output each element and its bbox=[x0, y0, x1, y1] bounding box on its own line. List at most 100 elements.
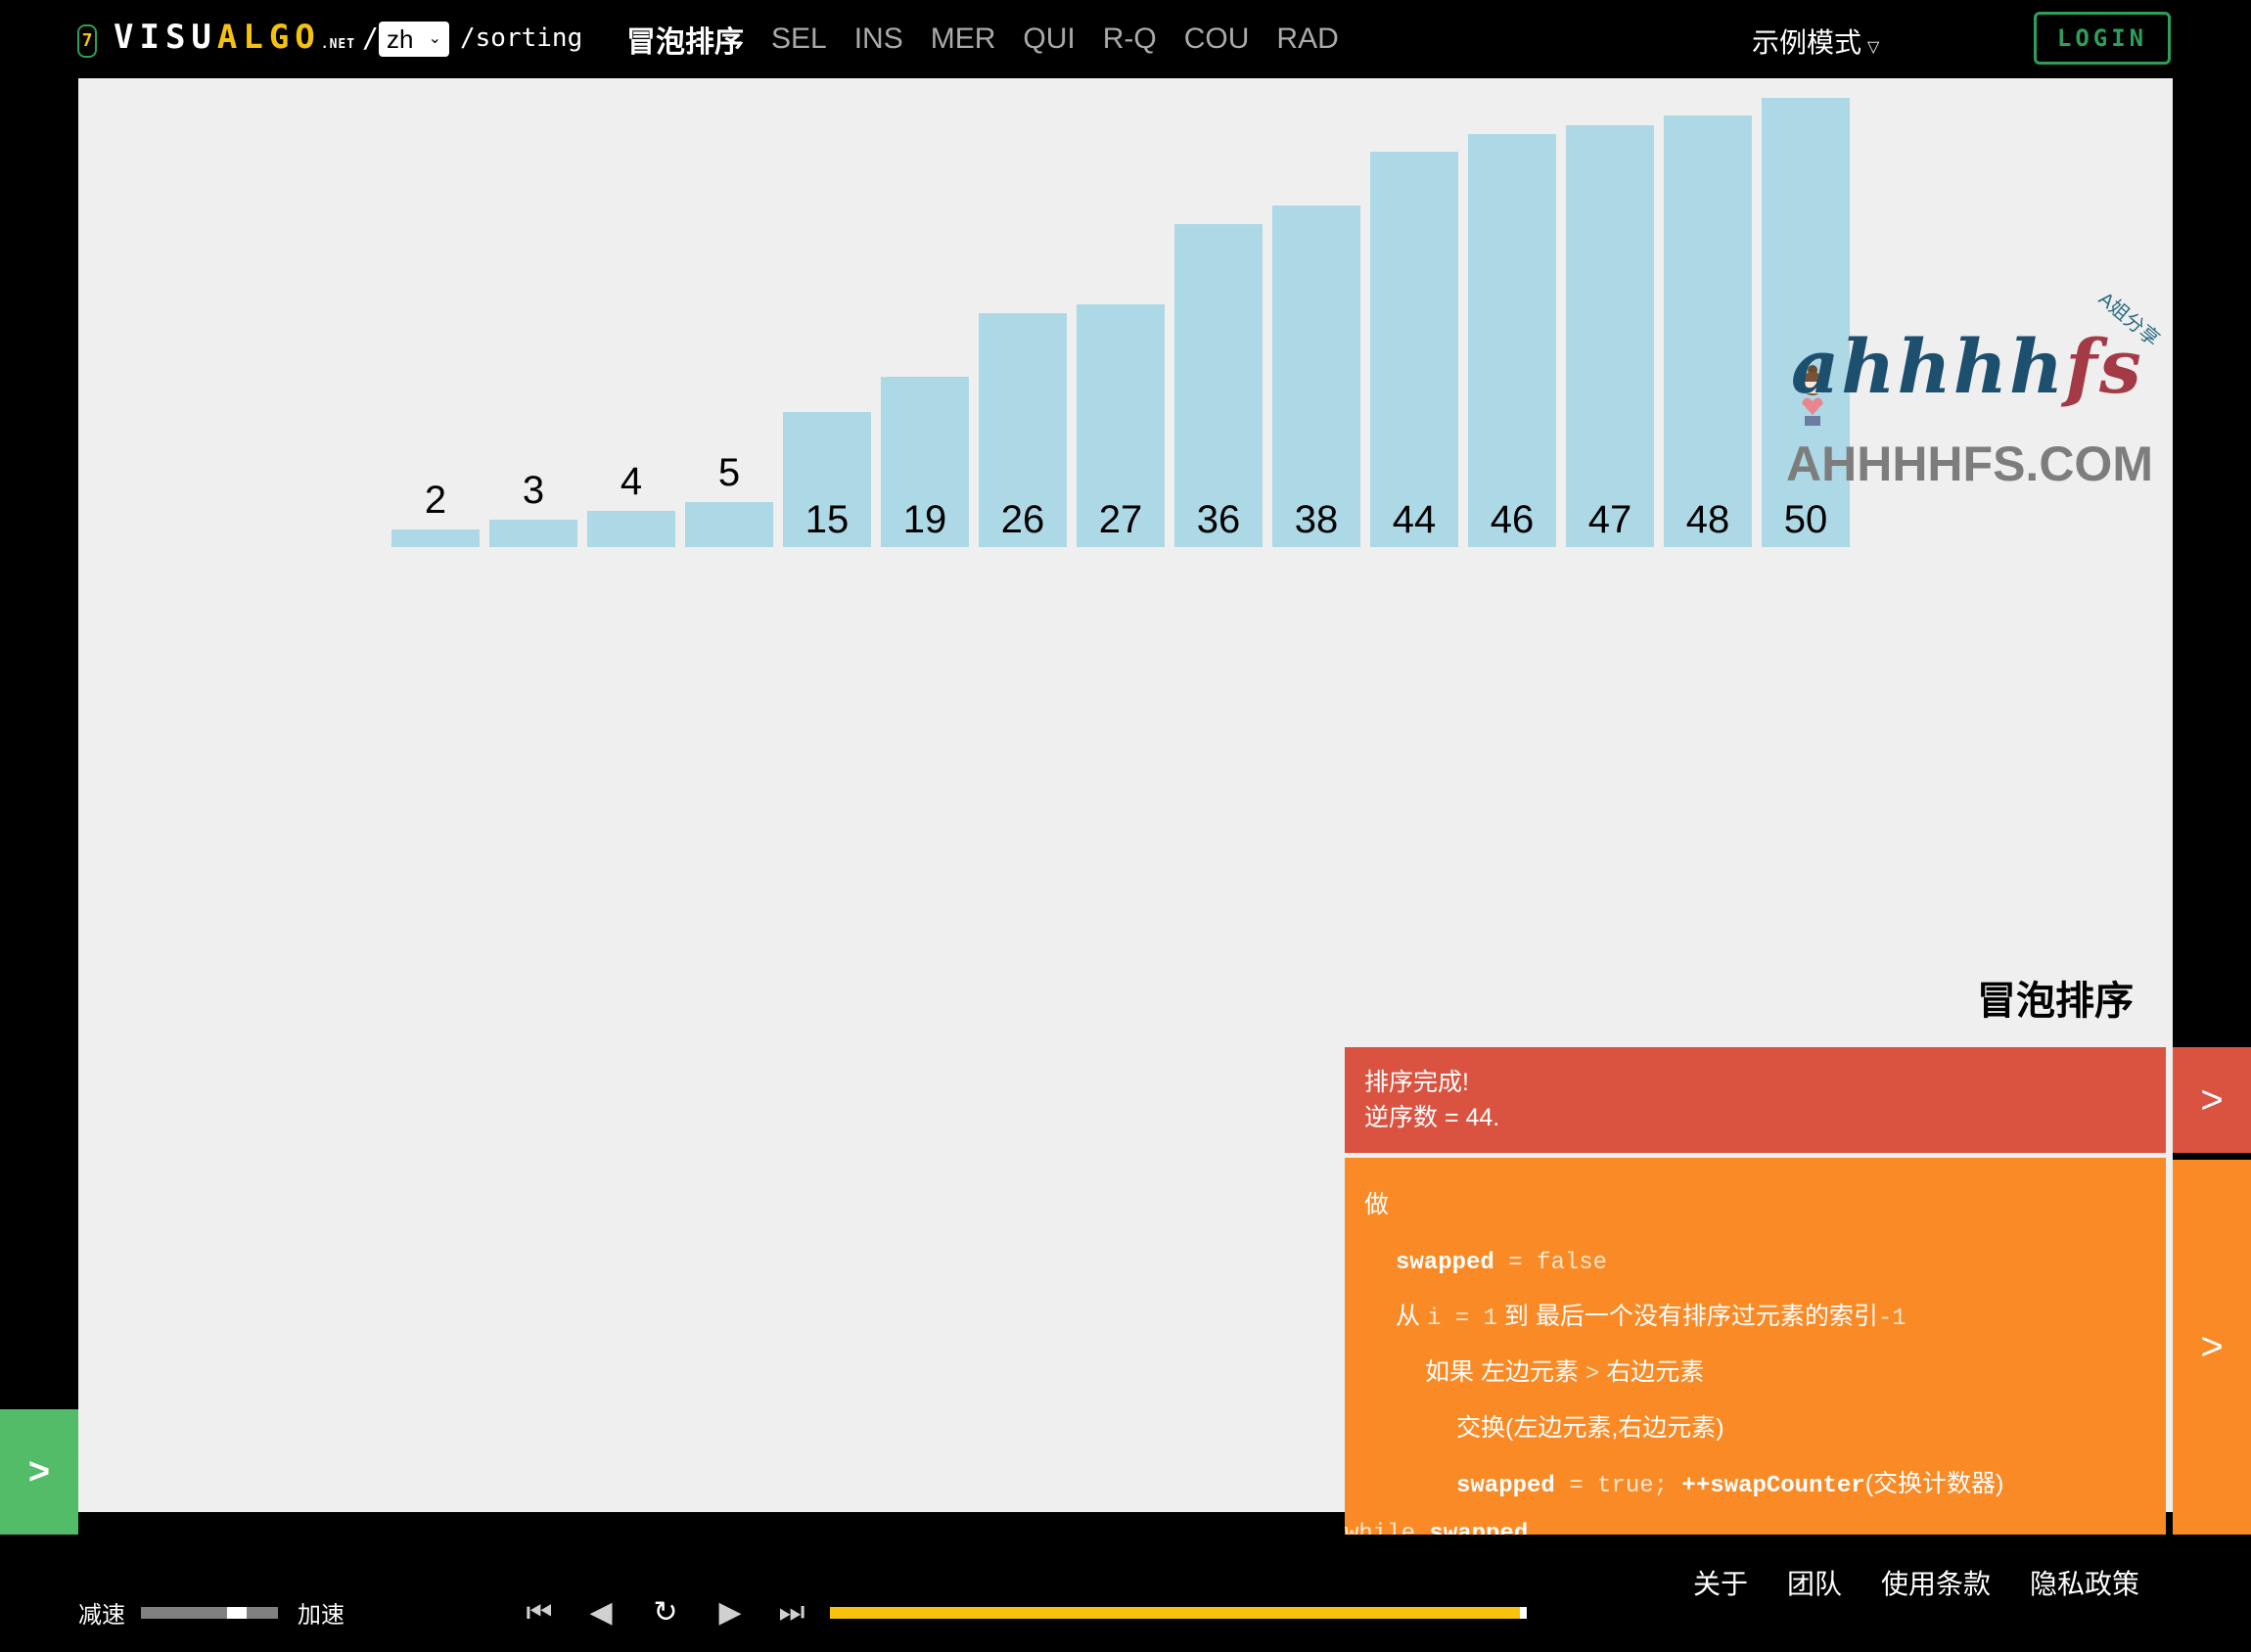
code-keyword: swapped bbox=[1396, 1250, 1494, 1276]
pseudocode-panel-toggle[interactable]: > bbox=[2173, 1160, 2251, 1535]
tab-quick-sort[interactable]: QUI bbox=[1023, 23, 1075, 56]
go-to-start-button[interactable]: ⏮ bbox=[522, 1593, 557, 1632]
footer-links: 关于 团队 使用条款 隐私政策 bbox=[1693, 1563, 2139, 1602]
bar bbox=[1272, 206, 1360, 547]
code-line: 交换(左边元素,右边元素) bbox=[1364, 1400, 2146, 1456]
bar-value-label: 46 bbox=[1490, 498, 1535, 541]
status-panel: 排序完成! 逆序数 = 44. bbox=[1345, 1047, 2166, 1153]
language-value: zh bbox=[387, 24, 414, 54]
bar bbox=[1370, 152, 1458, 547]
chevron-right-icon: > bbox=[2200, 1325, 2224, 1368]
tab-counting-sort[interactable]: COU bbox=[1184, 23, 1250, 56]
tab-selection-sort[interactable]: SEL bbox=[771, 23, 827, 56]
tab-bubble-sort[interactable]: 冒泡排序 bbox=[626, 18, 744, 61]
pseudocode-panel: 做 swapped = false 从 i = 1 到 最后一个没有排序过元素的… bbox=[1345, 1158, 2166, 1535]
chevron-down-icon: ⌄ bbox=[428, 30, 441, 47]
logo-badge-icon: 7 bbox=[77, 24, 97, 58]
bar-value-label: 47 bbox=[1587, 498, 1632, 541]
watermark-domain: AHHHHFS.COM bbox=[1786, 436, 2153, 491]
bar-value-label: 26 bbox=[1000, 498, 1045, 541]
bar-value-label: 44 bbox=[1392, 498, 1437, 541]
step-backward-button[interactable]: ◀ bbox=[583, 1593, 619, 1632]
path-separator: / bbox=[362, 22, 379, 54]
algorithm-title: 冒泡排序 bbox=[1977, 980, 2134, 1023]
mode-label: 示例模式 bbox=[1752, 27, 1862, 58]
bar-value-label: 38 bbox=[1294, 498, 1339, 541]
visualgo-logo[interactable]: VISUALGO.NET bbox=[114, 18, 355, 57]
step-forward-icon: ▶ bbox=[718, 1595, 742, 1629]
bar-value-label: 4 bbox=[620, 460, 643, 503]
algorithm-tabs: 冒泡排序 SEL INS MER QUI R-Q COU RAD bbox=[626, 18, 1339, 61]
bar bbox=[1468, 134, 1556, 547]
actions-panel-toggle[interactable]: > bbox=[0, 1409, 78, 1535]
code-text: > bbox=[1585, 1361, 1600, 1388]
watermark: ahhhhfs A姐分享 AHHHHFS.COM bbox=[1703, 264, 2192, 499]
code-keyword: swapped bbox=[1456, 1473, 1555, 1499]
code-line: swapped = true; ++swapCounter(交换计数器) bbox=[1364, 1456, 2146, 1512]
logo-suffix: .NET bbox=[320, 37, 356, 52]
bar-value-label: 48 bbox=[1685, 498, 1730, 541]
replay-icon: ↻ bbox=[653, 1595, 678, 1629]
login-button[interactable]: LOGIN bbox=[2034, 12, 2171, 65]
logo-text-white: VISU bbox=[114, 18, 217, 57]
code-text: 从 bbox=[1396, 1303, 1427, 1330]
bar-value-label: 15 bbox=[804, 498, 850, 541]
tab-radix-sort[interactable]: RAD bbox=[1276, 23, 1338, 56]
bar-value-label: 50 bbox=[1783, 498, 1828, 541]
bar bbox=[685, 502, 773, 547]
top-navigation-bar: 7 VISUALGO.NET / zh ⌄ /sorting 冒泡排序 SEL I… bbox=[0, 0, 2251, 78]
tab-random-quick-sort[interactable]: R-Q bbox=[1103, 23, 1157, 56]
footer-link-privacy[interactable]: 隐私政策 bbox=[2030, 1563, 2139, 1602]
code-text: 到 最后一个没有排序过元素的索引 bbox=[1496, 1303, 1878, 1330]
watermark-script: ahhhhfs bbox=[1791, 323, 2143, 410]
code-text: = true; bbox=[1554, 1473, 1682, 1499]
code-text: 右边元素 bbox=[1599, 1358, 1705, 1386]
chevron-right-icon: > bbox=[27, 1451, 51, 1492]
logo-text-yellow: ALGO bbox=[216, 18, 321, 57]
bar-value-label: 2 bbox=[424, 479, 447, 522]
code-text: 做 bbox=[1364, 1191, 1390, 1218]
status-line: 排序完成! bbox=[1364, 1069, 1469, 1096]
bar bbox=[1566, 125, 1654, 547]
bar bbox=[489, 520, 577, 547]
skip-back-icon: ⏮ bbox=[526, 1595, 553, 1629]
faster-label: 加速 bbox=[298, 1602, 345, 1629]
replay-button[interactable]: ↻ bbox=[648, 1593, 683, 1632]
code-text: -1 bbox=[1877, 1306, 1906, 1332]
language-select[interactable]: zh ⌄ bbox=[379, 22, 449, 57]
code-line: 如果 左边元素 > 右边元素 bbox=[1364, 1345, 2146, 1400]
inversion-count: 逆序数 = 44. bbox=[1364, 1104, 1500, 1131]
watermark-script-main: ahhhh bbox=[1791, 323, 2066, 410]
slower-label: 减速 bbox=[78, 1602, 125, 1629]
footer-link-terms[interactable]: 使用条款 bbox=[1881, 1563, 1991, 1602]
mode-dropdown[interactable]: 示例模式 ▽ bbox=[1752, 22, 1879, 61]
bar bbox=[391, 529, 480, 547]
tab-merge-sort[interactable]: MER bbox=[931, 23, 996, 56]
step-forward-button[interactable]: ▶ bbox=[712, 1593, 748, 1632]
bar-value-label: 27 bbox=[1098, 498, 1143, 541]
tab-insertion-sort[interactable]: INS bbox=[854, 23, 903, 56]
step-back-icon: ◀ bbox=[589, 1595, 613, 1629]
bar bbox=[587, 511, 675, 547]
code-text: (交换计数器) bbox=[1864, 1470, 2004, 1497]
caret-down-icon: ▽ bbox=[1867, 39, 1880, 56]
code-text: while bbox=[1345, 1521, 1430, 1535]
code-line: 做 bbox=[1364, 1177, 2146, 1233]
footer-link-team[interactable]: 团队 bbox=[1787, 1563, 1842, 1602]
chevron-right-icon: > bbox=[2200, 1078, 2224, 1122]
code-text: 交换(左边元素,右边元素) bbox=[1456, 1414, 1724, 1442]
skip-forward-icon: ⏭ bbox=[778, 1595, 805, 1629]
footer-link-about[interactable]: 关于 bbox=[1693, 1563, 1748, 1602]
code-line: 从 i = 1 到 最后一个没有排序过元素的索引-1 bbox=[1364, 1289, 2146, 1345]
code-text: = false bbox=[1493, 1250, 1608, 1276]
page-path: /sorting bbox=[460, 23, 583, 53]
bar-value-label: 3 bbox=[522, 469, 545, 512]
status-panel-toggle[interactable]: > bbox=[2173, 1047, 2251, 1153]
speed-slider[interactable] bbox=[141, 1607, 278, 1619]
animation-progress-bar[interactable] bbox=[830, 1607, 1527, 1619]
code-keyword: ++swapCounter bbox=[1681, 1473, 1865, 1499]
speed-slider-thumb[interactable] bbox=[227, 1607, 247, 1619]
bar-value-label: 19 bbox=[902, 498, 947, 541]
go-to-end-button[interactable]: ⏭ bbox=[774, 1593, 809, 1632]
bar-value-label: 36 bbox=[1196, 498, 1241, 541]
